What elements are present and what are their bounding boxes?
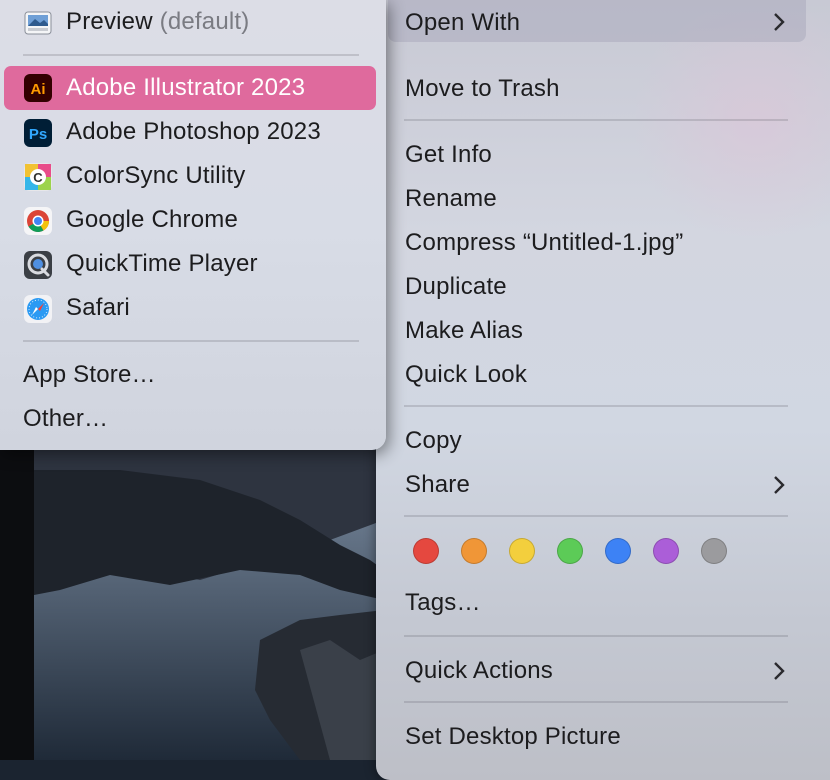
- photoshop-app-icon: Ps: [24, 119, 52, 147]
- menu-separator: [404, 405, 788, 407]
- tag-red-dot[interactable]: [413, 538, 439, 564]
- tag-yellow-dot[interactable]: [509, 538, 535, 564]
- context-menu: Open With Move to Trash Get Info Rename …: [376, 0, 830, 780]
- svg-text:Ps: Ps: [29, 126, 47, 143]
- menu-separator: [404, 515, 788, 517]
- submenu-item-other[interactable]: Other…: [23, 405, 108, 433]
- preview-app-name: Preview: [66, 8, 153, 35]
- open-with-submenu: Preview (default) Ai Adobe Illustrator 2…: [0, 0, 386, 450]
- preview-app-icon: [24, 11, 52, 35]
- menu-item-open-with[interactable]: Open With: [405, 9, 520, 37]
- submenu-item-google-chrome[interactable]: Google Chrome: [66, 206, 238, 234]
- submenu-item-safari[interactable]: Safari: [66, 294, 130, 322]
- menu-separator: [404, 701, 788, 703]
- tag-gray-dot[interactable]: [701, 538, 727, 564]
- submenu-item-preview[interactable]: Preview (default): [66, 8, 249, 36]
- menu-item-set-desktop-picture[interactable]: Set Desktop Picture: [405, 723, 621, 751]
- menu-item-quick-actions[interactable]: Quick Actions: [405, 657, 553, 685]
- menu-item-copy[interactable]: Copy: [405, 427, 462, 455]
- submenu-item-colorsync-utility[interactable]: ColorSync Utility: [66, 162, 245, 190]
- submenu-item-adobe-illustrator[interactable]: Adobe Illustrator 2023: [66, 74, 305, 102]
- quicktime-app-icon: [24, 251, 52, 279]
- submenu-item-app-store[interactable]: App Store…: [23, 361, 156, 389]
- menu-item-tags[interactable]: Tags…: [405, 589, 481, 617]
- submenu-item-quicktime-player[interactable]: QuickTime Player: [66, 250, 258, 278]
- chevron-right-icon: [774, 476, 785, 494]
- safari-app-icon: [24, 295, 52, 323]
- menu-item-duplicate[interactable]: Duplicate: [405, 273, 507, 301]
- default-app-suffix: (default): [159, 8, 250, 35]
- tag-blue-dot[interactable]: [605, 538, 631, 564]
- submenu-separator: [23, 54, 359, 56]
- menu-separator: [404, 635, 788, 637]
- chevron-right-icon: [774, 662, 785, 680]
- tag-green-dot[interactable]: [557, 538, 583, 564]
- chevron-right-icon: [774, 13, 785, 31]
- menu-separator: [404, 119, 788, 121]
- menu-item-move-to-trash[interactable]: Move to Trash: [405, 75, 560, 103]
- menu-item-quick-look[interactable]: Quick Look: [405, 361, 527, 389]
- colorsync-app-icon: C: [24, 163, 52, 191]
- menu-item-share[interactable]: Share: [405, 471, 470, 499]
- menu-item-compress[interactable]: Compress “Untitled-1.jpg”: [405, 229, 683, 257]
- menu-item-make-alias[interactable]: Make Alias: [405, 317, 523, 345]
- menu-item-rename[interactable]: Rename: [405, 185, 497, 213]
- illustrator-app-icon: Ai: [24, 74, 52, 102]
- tag-orange-dot[interactable]: [461, 538, 487, 564]
- tag-purple-dot[interactable]: [653, 538, 679, 564]
- submenu-item-adobe-photoshop[interactable]: Adobe Photoshop 2023: [66, 118, 321, 146]
- chrome-app-icon: [24, 207, 52, 235]
- menu-item-get-info[interactable]: Get Info: [405, 141, 492, 169]
- svg-text:C: C: [33, 170, 43, 185]
- submenu-separator: [23, 340, 359, 342]
- svg-text:Ai: Ai: [31, 81, 46, 98]
